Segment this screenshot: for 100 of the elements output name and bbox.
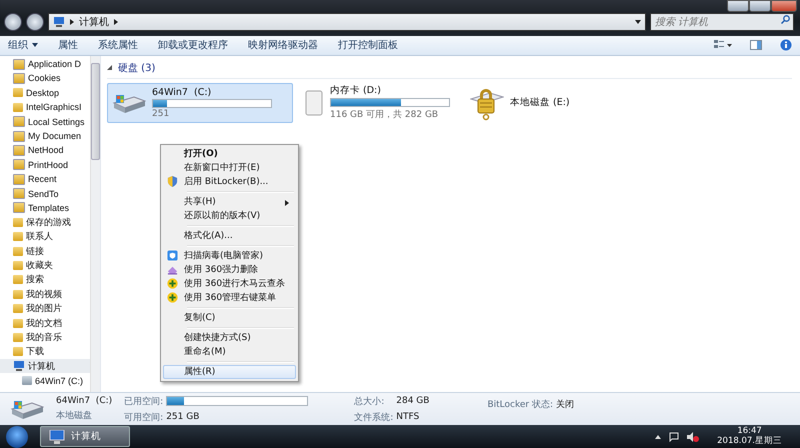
sidebar-item[interactable]: My Documen	[0, 128, 90, 144]
sidebar-item[interactable]: 联系人	[0, 230, 90, 244]
field-label: 可用空间:	[124, 412, 164, 424]
menu-item[interactable]: 还原以前的版本(V)	[163, 208, 296, 223]
sidebar-item[interactable]: 我的图片	[0, 302, 90, 316]
field-value: 关闭	[556, 398, 574, 412]
computer-icon	[13, 361, 25, 372]
sidebar-item[interactable]: 下载	[0, 344, 90, 360]
chevron-right-icon[interactable]	[114, 19, 118, 25]
view-options-icon[interactable]	[714, 40, 732, 50]
computer-icon	[53, 17, 65, 27]
drive-tile[interactable]: 64Win7 (C:) 251	[107, 82, 293, 123]
sidebar-item[interactable]: 保存的游戏	[0, 215, 90, 230]
menu-item[interactable]: 打开(O)	[163, 146, 296, 161]
drive-tile[interactable]: 本地磁盘 (E:)	[465, 82, 575, 123]
preview-pane-icon[interactable]	[750, 40, 762, 50]
scrollbar[interactable]	[90, 56, 100, 392]
menu-item[interactable]: 扫描病毒(电脑管家)	[163, 248, 296, 263]
menu-item[interactable]: 格式化(A)...	[163, 228, 296, 243]
menu-item[interactable]: 属性(R)	[163, 364, 296, 379]
shield-icon	[167, 250, 178, 261]
forward-button[interactable]	[26, 13, 44, 31]
chevron-right-icon[interactable]	[70, 19, 74, 25]
sidebar-item[interactable]: 我的音乐	[0, 330, 90, 345]
field-label: 文件系统:	[354, 412, 394, 424]
submenu-arrow-icon	[285, 200, 289, 206]
menu-item[interactable]: 使用 360管理右键菜单	[163, 290, 296, 305]
shortcut-folder-icon	[13, 144, 25, 156]
group-header[interactable]: 硬盘 (3)	[118, 60, 156, 75]
clock-time: 16:47	[737, 426, 762, 436]
breadcrumb-item[interactable]: 计算机	[79, 15, 109, 29]
menu-item[interactable]: 创建快捷方式(S)	[163, 330, 296, 345]
shortcut-folder-icon	[13, 159, 25, 170]
menu-item[interactable]: 使用 360强力删除	[163, 262, 296, 277]
maximize-button[interactable]	[749, 0, 771, 12]
drive-name: 64Win7 (C:)	[152, 86, 212, 98]
shortcut-folder-icon	[13, 174, 25, 185]
menu-item[interactable]: 在新窗口中打开(E)	[163, 160, 296, 175]
sidebar-item[interactable]: Application D	[0, 56, 90, 72]
sidebar-item[interactable]: SendTo	[0, 186, 90, 201]
sidebar-item[interactable]: 我的视频	[0, 287, 90, 302]
sidebar-item[interactable]: IntelGraphicsI	[0, 100, 90, 114]
sidebar-item[interactable]: 收藏夹	[0, 258, 90, 273]
shortcut-folder-icon	[13, 188, 25, 200]
toolbar-button[interactable]: 打开控制面板	[338, 38, 398, 52]
address-bar[interactable]: 计算机	[48, 13, 646, 31]
scrollbar-thumb[interactable]	[91, 62, 100, 160]
dropdown-arrow-icon[interactable]	[635, 20, 641, 24]
shortcut-folder-icon	[13, 130, 25, 142]
sidebar-item[interactable]: Local Settings	[0, 114, 90, 129]
sidebar-item[interactable]: PrintHood	[0, 158, 90, 172]
circle-plus-icon	[167, 278, 178, 289]
drive-name: 本地磁盘 (E:)	[510, 96, 570, 110]
sidebar-item[interactable]: 64Win7 (C:)	[0, 373, 90, 388]
sidebar-item[interactable]: 搜索	[0, 272, 90, 288]
field-value: NTFS	[396, 412, 420, 422]
toolbar-button[interactable]: 系统属性	[98, 38, 138, 52]
shortcut-folder-icon	[13, 202, 25, 214]
collapse-arrow-icon[interactable]	[107, 65, 112, 70]
menu-item[interactable]: 使用 360进行木马云查杀	[163, 276, 296, 291]
sidebar-item[interactable]: Cookies	[0, 71, 90, 86]
sidebar-item[interactable]: 计算机	[0, 359, 90, 374]
sidebar-item[interactable]: Recent	[0, 172, 90, 186]
drive-name: 内存卡 (D:)	[330, 84, 382, 98]
menu-item[interactable]: 启用 BitLocker(B)...	[163, 174, 296, 189]
sidebar-item[interactable]: 我的文档	[0, 316, 90, 330]
shortcut-folder-icon	[13, 58, 25, 70]
help-icon[interactable]	[780, 39, 792, 52]
drive-icon	[22, 376, 32, 386]
search-icon[interactable]	[781, 15, 790, 24]
sidebar-item[interactable]: NetHood	[0, 143, 90, 158]
sidebar-item[interactable]: Templates	[0, 200, 90, 216]
menu-item[interactable]: 共享(H)	[163, 194, 296, 209]
menu-item[interactable]: 复制(C)	[163, 310, 296, 325]
free-space-text: 116 GB 可用，共 282 GB	[330, 108, 440, 122]
search-field[interactable]: 搜索 计算机	[650, 13, 794, 31]
field-label: 总大小:	[354, 396, 386, 408]
field-label: BitLocker 状态:	[487, 398, 553, 412]
circle-plus-icon	[167, 292, 178, 303]
minimize-button[interactable]	[727, 0, 749, 12]
show-hidden-icons-icon[interactable]	[655, 434, 662, 439]
shortcut-folder-icon	[13, 116, 25, 128]
toolbar-button[interactable]: 映射网络驱动器	[248, 38, 318, 52]
muted-speaker-icon[interactable]	[687, 432, 700, 442]
taskbar-button[interactable]: 计算机	[40, 426, 130, 448]
clock-date: 2018.07.星期三	[717, 436, 782, 446]
sidebar-item[interactable]: 链接	[0, 244, 90, 258]
drive-tile[interactable]: 内存卡 (D:) 116 GB 可用，共 282 GB	[299, 82, 459, 123]
toolbar-button[interactable]: 卸载或更改程序	[158, 38, 228, 52]
field-value: 284 GB	[396, 396, 430, 406]
back-button[interactable]	[4, 13, 22, 31]
sidebar-item[interactable]: Desktop	[0, 86, 90, 100]
start-button[interactable]	[6, 426, 28, 448]
field-value: 251 GB	[166, 412, 200, 422]
toolbar-button[interactable]: 组织	[8, 38, 38, 52]
clock[interactable]: 16:47 2018.07.星期三	[717, 426, 782, 446]
close-button[interactable]	[771, 0, 797, 12]
toolbar-button[interactable]: 属性	[58, 38, 78, 52]
shield-icon	[167, 176, 178, 187]
menu-item[interactable]: 重命名(M)	[163, 344, 296, 359]
